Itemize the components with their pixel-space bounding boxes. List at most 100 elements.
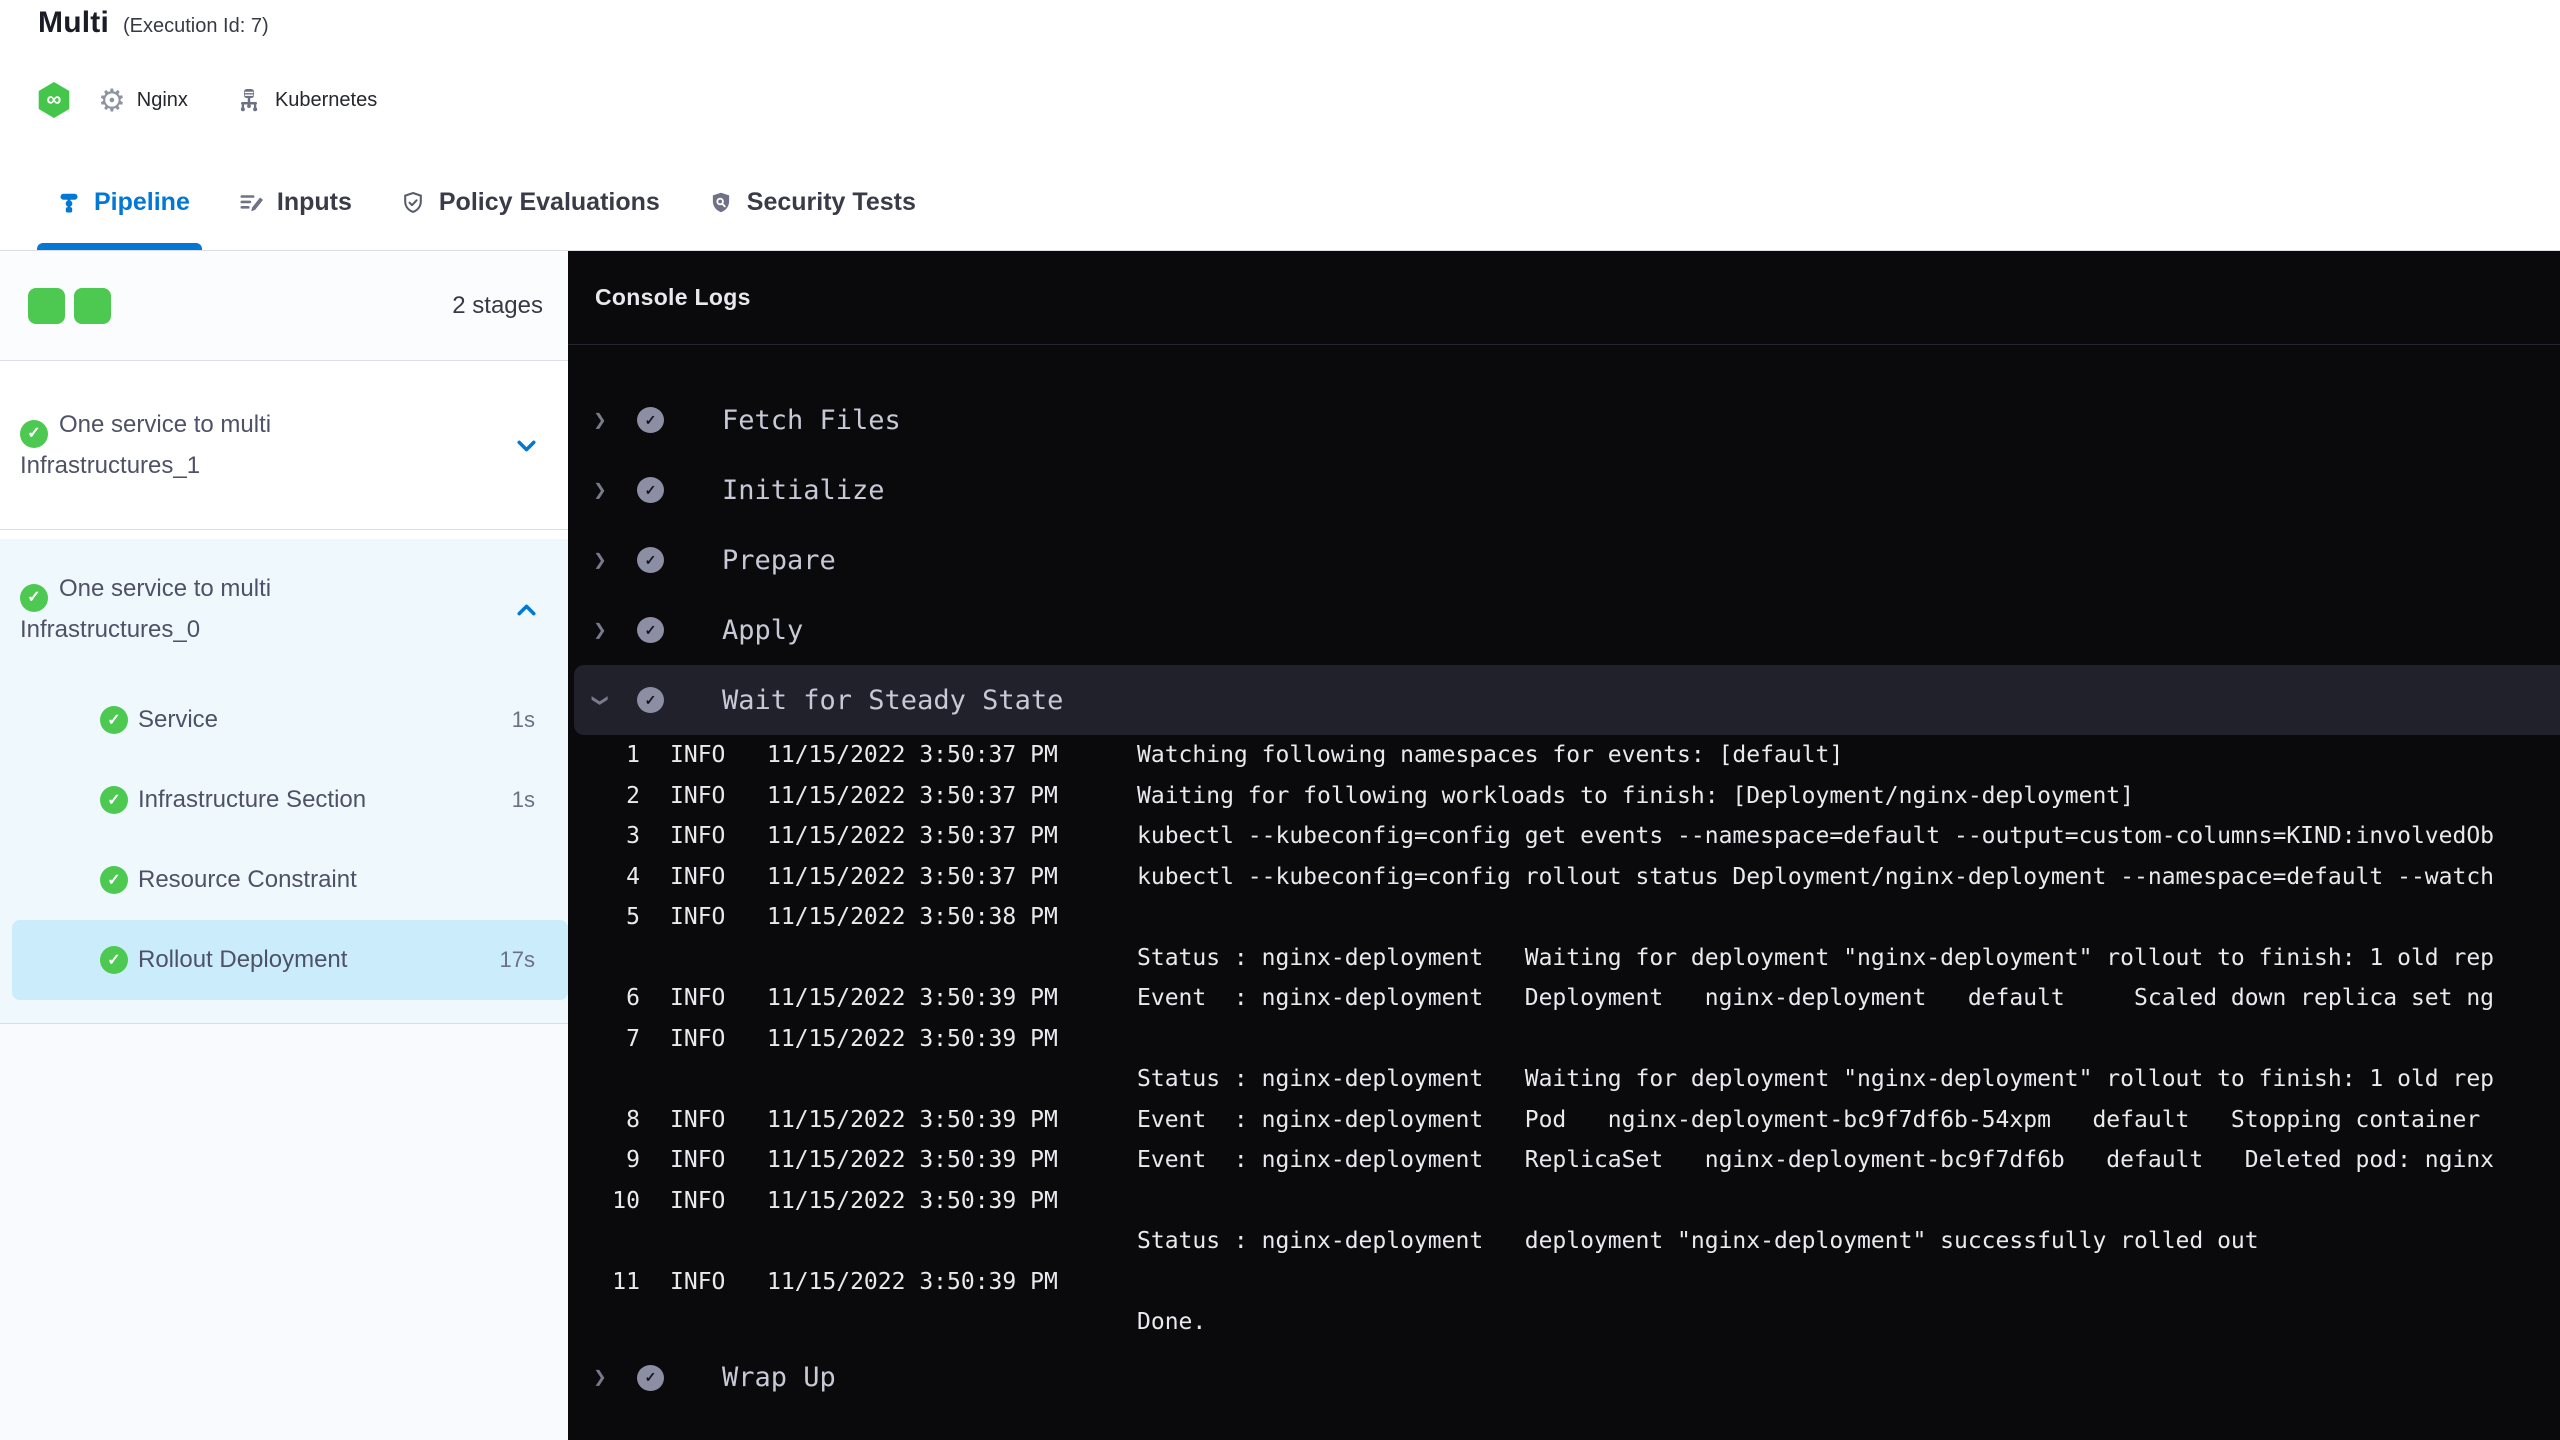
log-message: Event : nginx-deployment ReplicaSet ngin…: [1137, 1147, 2495, 1174]
success-check-icon: ✓: [100, 706, 128, 734]
log-message: Done.: [1137, 1309, 1207, 1336]
stage-name-text: One service to multi Infrastructures_0: [20, 575, 272, 643]
log-row: Done.: [568, 1302, 2560, 1343]
console-step-label: Initialize: [722, 474, 885, 506]
console-step-label: Wrap Up: [722, 1362, 836, 1393]
stages-sidebar: 2 stages ✓ One service to multi Infrastru…: [0, 251, 568, 1440]
infrastructure-name: Kubernetes: [274, 88, 378, 111]
console-step-row[interactable]: ❯ ✓ Wrap Up: [568, 1343, 2560, 1413]
log-timestamp: 11/15/2022 3:50:37 PM: [767, 742, 1058, 769]
stage-name: ✓ One service to multi Infrastructures_1: [20, 407, 370, 484]
sidebar-step-row[interactable]: ✓ Service 1s: [12, 680, 568, 760]
success-check-icon: ✓: [100, 786, 128, 814]
stage-name-text: One service to multi Infrastructures_1: [20, 410, 272, 479]
console-step-row[interactable]: ❯ ✓ Apply: [568, 595, 2560, 665]
tab-inputs[interactable]: Inputs: [238, 155, 352, 250]
log-level: INFO: [670, 1106, 726, 1133]
step-status-check-icon: ✓: [637, 477, 664, 503]
sidebar-step-name: Resource Constraint: [138, 866, 357, 893]
pipeline-icon: [57, 191, 81, 215]
console-log-block: 1 INFO 11/15/2022 3:50:37 PM Watching follo…: [568, 735, 2560, 1343]
log-timestamp: 11/15/2022 3:50:39 PM: [767, 1187, 1058, 1214]
policy-icon: [400, 190, 426, 216]
log-message: Event : nginx-deployment Deployment ngin…: [1137, 985, 2495, 1012]
sidebar-step-row[interactable]: ✓ Resource Constraint: [12, 840, 568, 920]
log-line-number: 3: [626, 823, 640, 850]
console-step-row[interactable]: ❯ ✓ Prepare: [568, 525, 2560, 595]
step-expand-chevron-icon[interactable]: ❯: [588, 688, 613, 712]
execution-header: Multi (Execution Id: 7) ∞ ⚙ Nginx Kubern…: [0, 0, 2560, 155]
step-status-check-icon: ✓: [637, 687, 664, 713]
log-row: 4 INFO 11/15/2022 3:50:37 PM kubectl --kube…: [568, 857, 2560, 898]
service-name: Nginx: [136, 88, 188, 111]
console-steps-list: ❯ ✓ Fetch Files ❯ ✓ Initialize ❯ ✓ Prepare ❯ ✓ Appl…: [568, 345, 2560, 1413]
stage-header[interactable]: ✓ One service to multi Infrastructures_0: [0, 539, 568, 680]
log-message: kubectl --kubeconfig=config rollout stat…: [1137, 863, 2495, 890]
success-check-icon: ✓: [100, 866, 128, 894]
log-timestamp: 11/15/2022 3:50:39 PM: [767, 1268, 1058, 1295]
tab-policy-evaluations[interactable]: Policy Evaluations: [400, 155, 660, 250]
success-check-icon: ✓: [20, 419, 48, 448]
log-level: INFO: [670, 1025, 726, 1052]
console-step-row[interactable]: ❯ ✓ Initialize: [568, 455, 2560, 525]
sidebar-empty-area: [0, 1024, 568, 1440]
stage-gap: [0, 530, 568, 539]
log-message: kubectl --kubeconfig=config get events -…: [1137, 823, 2495, 850]
log-level: INFO: [670, 1268, 726, 1295]
console-step-label: Fetch Files: [722, 404, 901, 436]
stage-header[interactable]: ✓ One service to multi Infrastructures_1: [0, 407, 568, 484]
step-expand-chevron-icon[interactable]: ❯: [588, 478, 612, 503]
pipeline-execution-page: Multi (Execution Id: 7) ∞ ⚙ Nginx Kubern…: [0, 0, 2560, 1440]
stage-status-square: [28, 287, 65, 324]
stage-status-square: [74, 287, 111, 324]
log-level: INFO: [670, 1187, 726, 1214]
log-line-number: 10: [612, 1187, 640, 1214]
log-level: INFO: [670, 904, 726, 931]
log-line-number: 5: [626, 904, 640, 931]
sidebar-step-name: Infrastructure Section: [138, 786, 367, 813]
step-status-check-icon: ✓: [637, 1364, 664, 1391]
success-check-icon: ✓: [20, 584, 48, 612]
log-line-number: 8: [626, 1106, 640, 1133]
sidebar-step-row[interactable]: ✓ Rollout Deployment 17s: [12, 920, 568, 1000]
execution-meta-row: ∞ ⚙ Nginx Kubernetes: [37, 78, 377, 122]
sidebar-step-row[interactable]: ✓ Infrastructure Section 1s: [12, 760, 568, 840]
log-line-number: 4: [626, 863, 640, 890]
sidebar-step-name: Service: [138, 706, 219, 733]
tab-pipeline[interactable]: Pipeline: [37, 155, 202, 250]
stage-name: ✓ One service to multi Infrastructures_0: [20, 571, 370, 648]
log-row: 7 INFO 11/15/2022 3:50:39 PM: [568, 1019, 2560, 1060]
page-title: Multi: [38, 6, 109, 39]
tab-security-tests[interactable]: Security Tests: [708, 155, 916, 250]
log-row: 1 INFO 11/15/2022 3:50:37 PM Watching follo…: [568, 735, 2560, 776]
inputs-icon: [238, 190, 264, 216]
title-row: Multi (Execution Id: 7): [38, 6, 269, 40]
stage-card-collapsed[interactable]: ✓ One service to multi Infrastructures_1: [0, 361, 568, 530]
harness-cd-icon: ∞: [38, 82, 70, 118]
console-step-label: Wait for Steady State: [722, 684, 1064, 716]
log-line-number: 6: [626, 985, 640, 1012]
log-row: 2 INFO 11/15/2022 3:50:37 PM Waiting for fo…: [568, 776, 2560, 817]
console-step-row[interactable]: ❯ ✓ Wait for Steady State: [574, 665, 2560, 735]
stage-status-squares[interactable]: [28, 287, 120, 324]
log-timestamp: 11/15/2022 3:50:39 PM: [767, 1106, 1058, 1133]
step-expand-chevron-icon[interactable]: ❯: [588, 408, 612, 433]
stage-list: ✓ One service to multi Infrastructures_1 ✓…: [0, 361, 568, 1024]
log-row: 3 INFO 11/15/2022 3:50:37 PM kubectl --kube…: [568, 816, 2560, 857]
log-line-number: 9: [626, 1147, 640, 1174]
console-step-row[interactable]: ❯ ✓ Fetch Files: [568, 385, 2560, 455]
chevron-up-icon[interactable]: [513, 597, 540, 629]
active-tab-underline: [37, 243, 202, 250]
sidebar-step-name: Rollout Deployment: [138, 946, 348, 973]
log-level: INFO: [670, 863, 726, 890]
sidebar-step-duration: 17s: [499, 947, 535, 972]
step-expand-chevron-icon[interactable]: ❯: [588, 618, 612, 643]
step-expand-chevron-icon[interactable]: ❯: [588, 548, 612, 573]
console-step-label: Apply: [722, 614, 804, 646]
console-logs-title: Console Logs: [595, 284, 751, 310]
log-line-number: 7: [626, 1025, 640, 1052]
tab-label: Pipeline: [94, 188, 190, 216]
step-expand-chevron-icon[interactable]: ❯: [588, 1365, 612, 1390]
log-message: Event : nginx-deployment Pod nginx-deplo…: [1137, 1106, 2481, 1133]
chevron-down-icon[interactable]: [513, 432, 540, 464]
